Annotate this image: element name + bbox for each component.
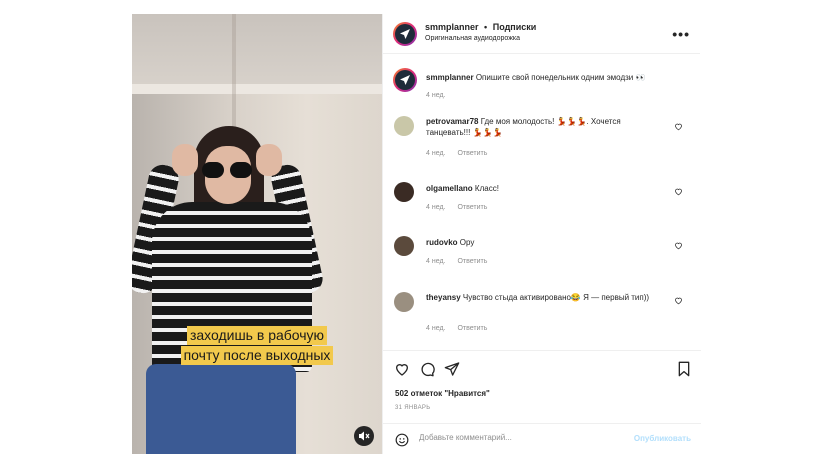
more-dots-icon[interactable]: ••• [672, 26, 690, 42]
heart-icon[interactable] [674, 241, 683, 250]
post-details-panel: smmplanner • Подписки Оригинальная аудио… [382, 14, 701, 454]
sunglasses [202, 162, 254, 178]
comment-username[interactable]: olgamellano [426, 184, 473, 193]
share-send-icon[interactable] [444, 361, 460, 377]
comment-meta: 4 нед. Ответить [426, 258, 497, 265]
video-caption: заходишь в рабочую почту после выходных [132, 326, 382, 366]
video-caption-line-2: почту после выходных [180, 346, 334, 365]
avatar[interactable] [394, 116, 414, 136]
audio-label[interactable]: Оригинальная аудиодорожка [425, 35, 520, 42]
comment-time[interactable]: 4 нед. [426, 258, 445, 265]
comment-input[interactable] [419, 433, 619, 442]
follow-button[interactable]: Подписки [493, 22, 537, 32]
avatar[interactable] [394, 236, 414, 256]
comment-text: Ору [459, 238, 475, 247]
like-heart-icon[interactable] [394, 361, 410, 377]
header-username-row: smmplanner • Подписки [425, 22, 536, 32]
comment-time[interactable]: 4 нед. [426, 204, 445, 211]
video-ceiling [132, 14, 382, 94]
heart-icon[interactable] [674, 187, 683, 196]
header-separator: • [484, 22, 488, 32]
video-molding [132, 84, 382, 94]
person-hand-left [172, 144, 198, 176]
comment-meta: 4 нед. Ответить [426, 150, 497, 157]
comment-text-row: rudovko Ору [426, 237, 666, 248]
reply-button[interactable]: Ответить [457, 258, 487, 265]
comment-text: Чувство стыда активировано😂 Я — первый т… [462, 293, 650, 302]
avatar[interactable] [393, 68, 417, 92]
emoji-smile-icon[interactable] [395, 433, 409, 447]
comment-username[interactable]: rudovko [426, 238, 458, 247]
reply-button[interactable]: Ответить [457, 204, 487, 211]
comment-username[interactable]: petrovamar78 [426, 117, 478, 126]
comment-text: Класс! [474, 184, 499, 193]
avatar[interactable] [394, 292, 414, 312]
video-caption-line-1: заходишь в рабочую [186, 326, 328, 345]
post-header: smmplanner • Подписки Оригинальная аудио… [383, 14, 700, 54]
muted-speaker-icon[interactable] [354, 426, 374, 446]
comment-time[interactable]: 4 нед. [426, 325, 445, 332]
person-hand-right [256, 144, 282, 176]
person-jeans [146, 364, 296, 454]
caption-time[interactable]: 4 нед. [426, 92, 445, 99]
caption-username[interactable]: smmplanner [426, 73, 474, 82]
comment-text-row: theyansy Чувство стыда активировано😂 Я —… [426, 292, 666, 303]
post-date[interactable]: 31 ЯНВАРЬ [395, 405, 430, 411]
caption-text: Опишите свой понедельник одним эмодзи 👀 [475, 73, 646, 82]
reply-button[interactable]: Ответить [457, 325, 487, 332]
comment-bubble-icon[interactable] [419, 361, 435, 377]
comment-time[interactable]: 4 нед. [426, 150, 445, 157]
reply-button[interactable]: Ответить [457, 150, 487, 157]
publish-button[interactable]: Опубликовать [634, 434, 691, 443]
heart-icon[interactable] [674, 122, 683, 131]
post-actions: 502 отметок "Нравится" 31 ЯНВАРЬ Опублик… [383, 350, 701, 454]
add-comment-row: Опубликовать [383, 423, 701, 455]
bookmark-icon[interactable] [677, 361, 691, 377]
comment-text-row: olgamellano Класс! [426, 183, 666, 194]
likes-count[interactable]: 502 отметок "Нравится" [395, 389, 490, 398]
comment-meta: 4 нед. Ответить [426, 204, 497, 211]
comment-meta: 4 нед. Ответить [426, 325, 497, 332]
caption-meta: 4 нед. [426, 92, 455, 99]
heart-icon[interactable] [674, 296, 683, 305]
comment-text-row: petrovamar78 Где моя молодость! 💃💃💃. Хоч… [426, 116, 666, 138]
header-username[interactable]: smmplanner [425, 22, 479, 32]
avatar[interactable] [394, 182, 414, 202]
comment-username[interactable]: theyansy [426, 293, 461, 302]
avatar[interactable] [393, 22, 417, 46]
reel-video[interactable]: заходишь в рабочую почту после выходных [132, 14, 382, 454]
caption-text-row: smmplanner Опишите свой понедельник одни… [426, 72, 666, 83]
